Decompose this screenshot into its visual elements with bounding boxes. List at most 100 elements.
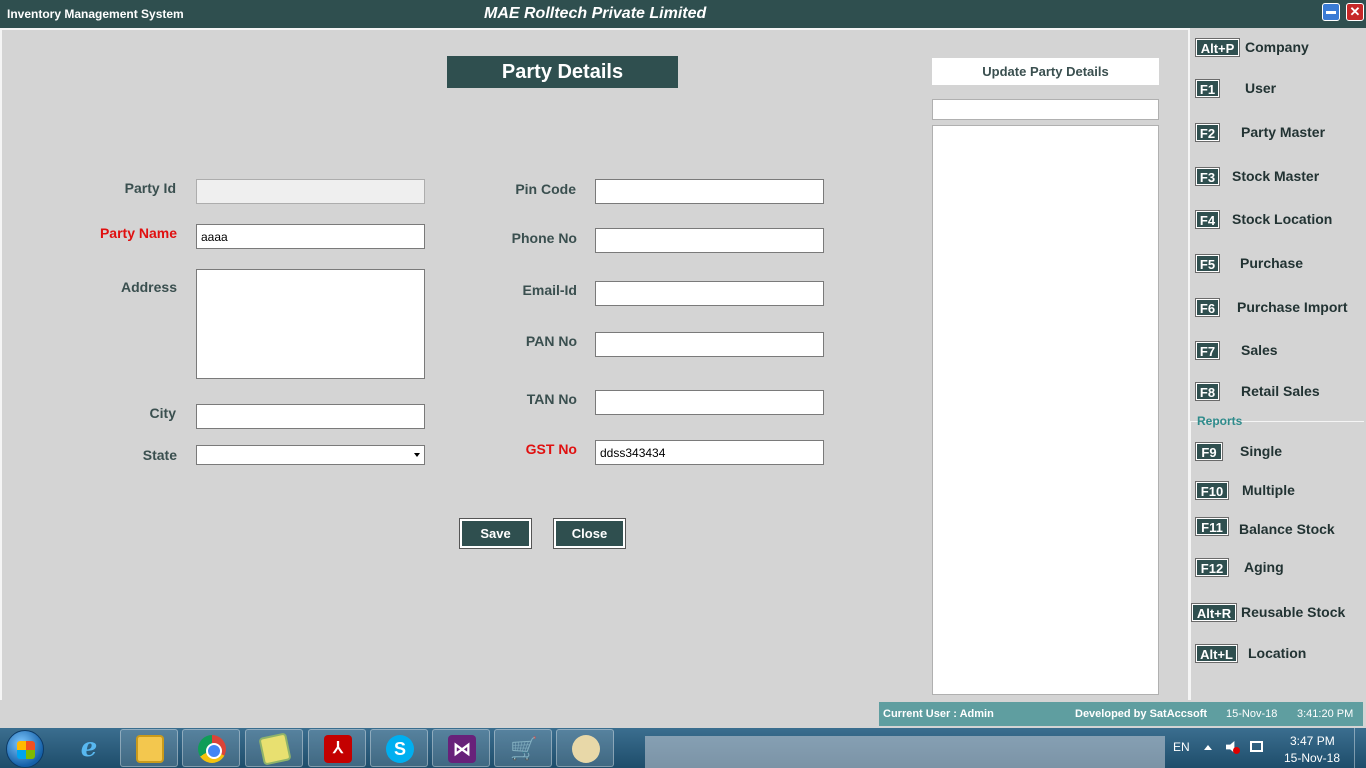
shortcut-key: F3 bbox=[1195, 167, 1220, 186]
menu-item-aging[interactable]: F12 Aging bbox=[1195, 558, 1356, 581]
network-icon[interactable] bbox=[1250, 741, 1263, 752]
company-title: MAE Rolltech Private Limited bbox=[484, 5, 707, 22]
show-desktop-button[interactable] bbox=[1354, 728, 1366, 768]
update-party-list[interactable] bbox=[932, 125, 1159, 695]
close-button[interactable]: Close bbox=[553, 518, 626, 549]
party-id-field[interactable] bbox=[196, 179, 425, 204]
taskbar-chrome[interactable] bbox=[182, 729, 240, 767]
shortcut-key: F8 bbox=[1195, 382, 1220, 401]
tan-no-label: TAN No bbox=[526, 391, 577, 407]
party-id-label: Party Id bbox=[124, 180, 176, 196]
shortcut-key: F5 bbox=[1195, 254, 1220, 273]
taskbar-file-explorer[interactable] bbox=[120, 729, 178, 767]
menu-item-purchase[interactable]: F5 Purchase bbox=[1195, 254, 1356, 277]
title-bar: Inventory Management System MAE Rolltech… bbox=[0, 0, 1366, 28]
shortcut-key: F1 bbox=[1195, 79, 1220, 98]
status-bar: Current User : Admin Developed by SatAcc… bbox=[879, 702, 1363, 726]
menu-label: Retail Sales bbox=[1241, 383, 1320, 399]
address-field[interactable] bbox=[196, 269, 425, 379]
shortcut-key: F6 bbox=[1195, 298, 1220, 317]
menu-item-stock-master[interactable]: F3 Stock Master bbox=[1195, 167, 1356, 190]
shortcut-key: F9 bbox=[1195, 442, 1223, 461]
update-party-details-header: Update Party Details bbox=[932, 58, 1159, 85]
shortcut-key: Alt+P bbox=[1195, 38, 1240, 57]
city-field[interactable] bbox=[196, 404, 425, 429]
email-id-field[interactable] bbox=[595, 281, 824, 306]
shortcut-key: F4 bbox=[1195, 210, 1220, 229]
shortcut-key: F12 bbox=[1195, 558, 1229, 577]
reports-label: Reports bbox=[1197, 414, 1243, 428]
language-indicator[interactable]: EN bbox=[1173, 740, 1190, 754]
taskbar-acrobat[interactable]: ⅄ bbox=[308, 729, 366, 767]
chrome-icon bbox=[198, 735, 226, 763]
gst-no-label: GST No bbox=[525, 441, 577, 457]
menu-item-location[interactable]: Alt+L Location bbox=[1195, 644, 1356, 667]
state-label: State bbox=[142, 447, 177, 463]
menu-label: Purchase bbox=[1240, 255, 1304, 271]
gst-no-field[interactable] bbox=[595, 440, 824, 465]
tan-no-field[interactable] bbox=[595, 390, 824, 415]
update-search-input[interactable] bbox=[932, 99, 1159, 120]
status-time: 3:41:20 PM bbox=[1297, 708, 1354, 720]
menu-label: Multiple bbox=[1242, 482, 1295, 498]
state-select[interactable] bbox=[196, 445, 425, 465]
chevron-down-icon bbox=[414, 453, 420, 457]
menu-label: Stock Master bbox=[1232, 168, 1320, 184]
shortcut-key: Alt+L bbox=[1195, 644, 1238, 663]
menu-item-retail-sales[interactable]: F8 Retail Sales bbox=[1195, 382, 1356, 405]
menu-item-multiple[interactable]: F10 Multiple bbox=[1195, 481, 1356, 504]
city-label: City bbox=[149, 405, 176, 421]
menu-item-balance-stock[interactable]: F11 Balance Stock bbox=[1195, 517, 1356, 540]
taskbar-sticky-notes[interactable] bbox=[245, 729, 303, 767]
pan-no-field[interactable] bbox=[595, 332, 824, 357]
tray-expand-icon[interactable] bbox=[1204, 745, 1212, 750]
menu-label: Balance Stock bbox=[1239, 521, 1335, 537]
shortcut-key: F11 bbox=[1195, 517, 1229, 536]
menu-item-reusable-stock[interactable]: Alt+R Reusable Stock bbox=[1191, 603, 1362, 626]
menu-item-purchase-import[interactable]: F6 Purchase Import bbox=[1195, 298, 1356, 321]
close-window-button[interactable]: ✕ bbox=[1346, 3, 1364, 21]
menu-label: User bbox=[1245, 80, 1277, 96]
menu-item-user[interactable]: F1 User bbox=[1195, 79, 1356, 102]
save-button[interactable]: Save bbox=[459, 518, 532, 549]
clock-date[interactable]: 15-Nov-18 bbox=[1284, 751, 1340, 765]
taskbar-skype[interactable]: S bbox=[370, 729, 428, 767]
taskbar-paint[interactable] bbox=[556, 729, 614, 767]
menu-label: Aging bbox=[1244, 559, 1284, 575]
taskbar-inventory-app[interactable]: 🛒 bbox=[494, 729, 552, 767]
status-date: 15-Nov-18 bbox=[1226, 708, 1278, 720]
menu-item-company[interactable]: Alt+P Company bbox=[1195, 38, 1356, 61]
menu-item-party-master[interactable]: F2 Party Master bbox=[1195, 123, 1356, 146]
shortcut-key: F2 bbox=[1195, 123, 1220, 142]
menu-label: Single bbox=[1240, 443, 1283, 459]
internet-explorer-icon: e bbox=[80, 733, 98, 763]
skype-icon: S bbox=[386, 735, 414, 763]
menu-label: Location bbox=[1248, 645, 1307, 661]
menu-label: Company bbox=[1245, 39, 1309, 55]
pin-code-field[interactable] bbox=[595, 179, 824, 204]
menu-label: Party Master bbox=[1241, 124, 1326, 140]
menu-label: Sales bbox=[1241, 342, 1278, 358]
pin-code-label: Pin Code bbox=[515, 181, 576, 197]
party-name-field[interactable] bbox=[196, 224, 425, 249]
clock-time[interactable]: 3:47 PM bbox=[1290, 734, 1335, 748]
shortcut-key: F10 bbox=[1195, 481, 1229, 500]
pan-no-label: PAN No bbox=[525, 333, 577, 349]
taskbar: e ⅄ S ⋈ 🛒 EN 3:47 PM 15-Nov-18 bbox=[0, 728, 1366, 768]
minimize-button[interactable] bbox=[1322, 3, 1340, 21]
phone-no-field[interactable] bbox=[595, 228, 824, 253]
menu-item-sales[interactable]: F7 Sales bbox=[1195, 341, 1356, 364]
shortcut-key: F7 bbox=[1195, 341, 1220, 360]
menu-label: Reusable Stock bbox=[1241, 604, 1346, 620]
email-id-label: Email-Id bbox=[522, 282, 577, 298]
current-user-label: Current User : Admin bbox=[883, 708, 994, 720]
shortcut-key: Alt+R bbox=[1191, 603, 1237, 622]
start-button[interactable] bbox=[6, 730, 44, 768]
paint-palette-icon bbox=[572, 735, 600, 763]
menu-item-stock-location[interactable]: F4 Stock Location bbox=[1195, 210, 1356, 233]
menu-item-single[interactable]: F9 Single bbox=[1195, 442, 1356, 465]
menu-label: Stock Location bbox=[1232, 211, 1333, 227]
windows-logo-icon bbox=[17, 741, 35, 759]
taskbar-visual-studio[interactable]: ⋈ bbox=[432, 729, 490, 767]
taskbar-internet-explorer[interactable]: e bbox=[60, 729, 118, 767]
